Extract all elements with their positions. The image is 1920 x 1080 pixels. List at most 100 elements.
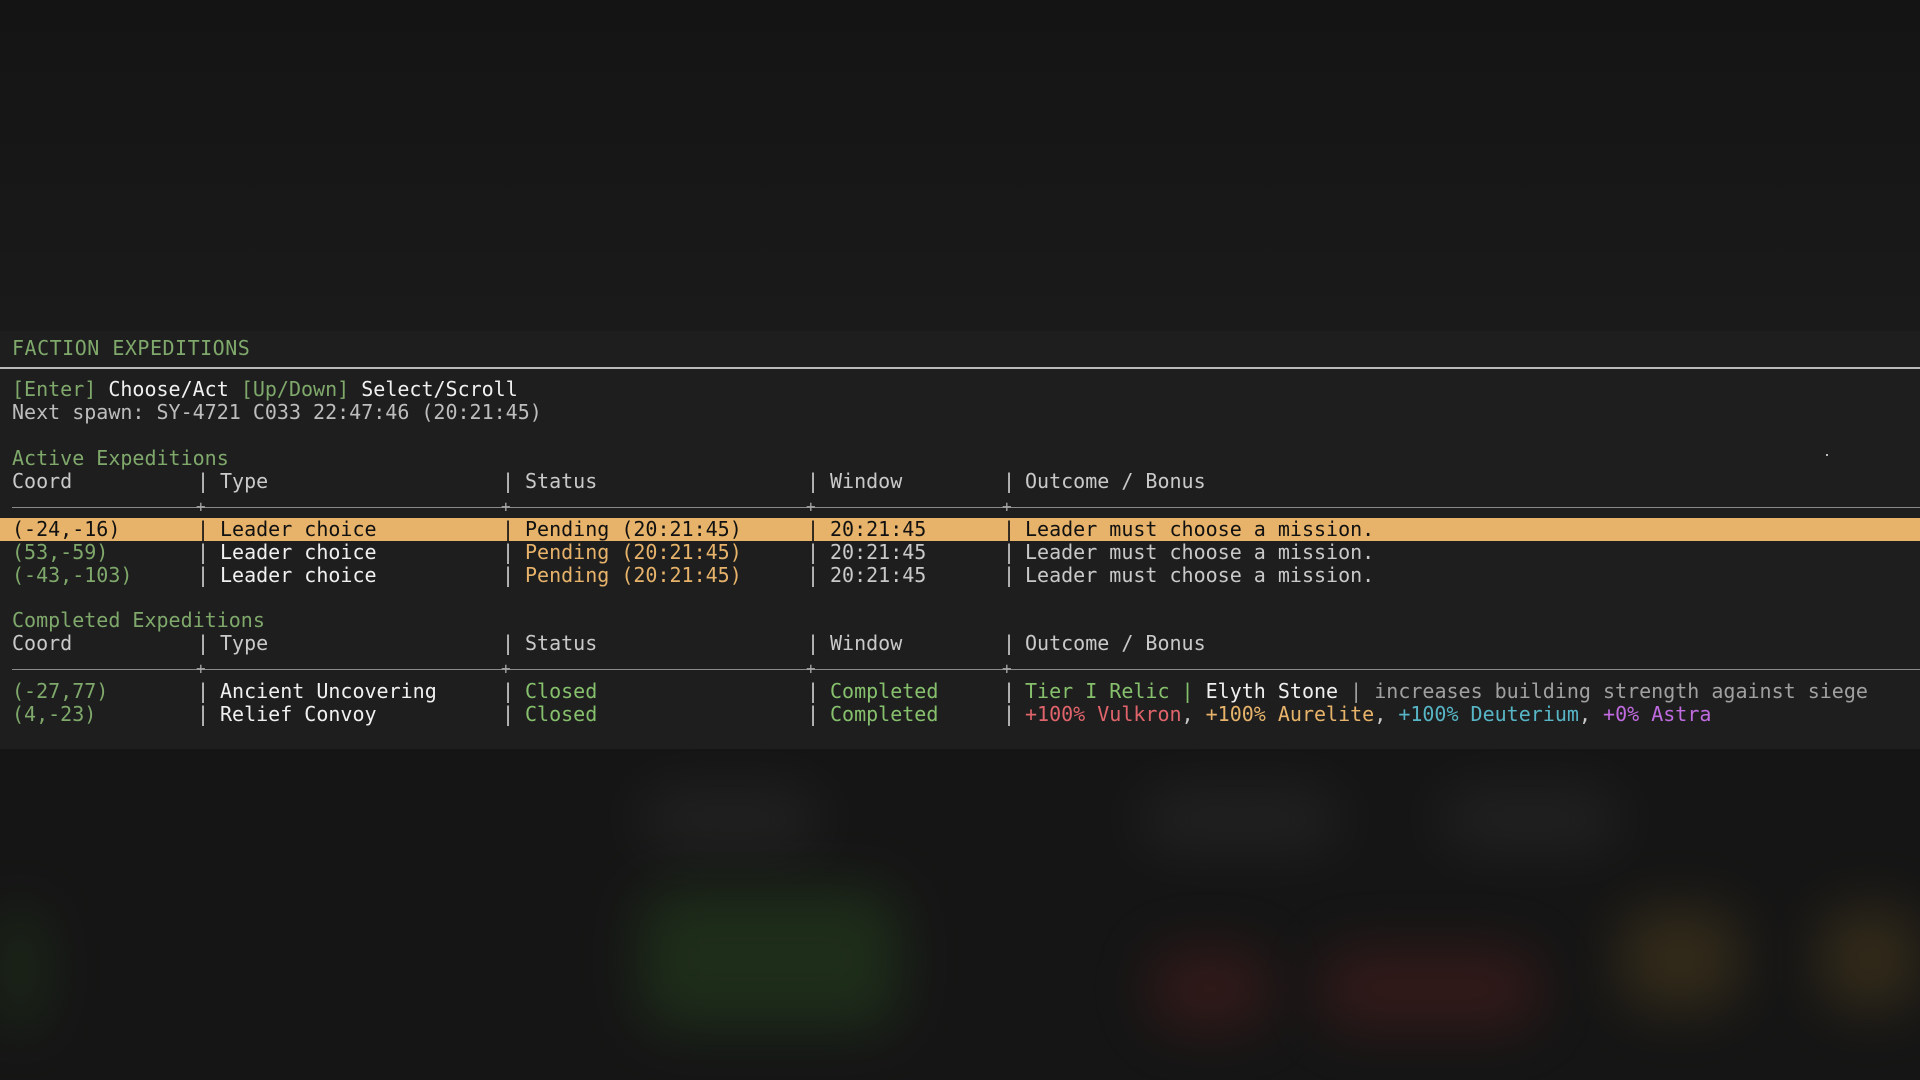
bonus-comma: , <box>1181 702 1194 726</box>
updown-action-label: Select/Scroll <box>361 377 518 401</box>
header-coord: Coord <box>12 469 73 493</box>
column-separator: | <box>807 631 820 655</box>
column-separator: | <box>1003 469 1016 493</box>
row-outcome: Leader must choose a mission. <box>1025 517 1375 541</box>
expedition-row-selected[interactable]: (-24,-16) | Leader choice | Pending (20:… <box>0 518 1920 541</box>
header-status: Status <box>525 631 598 655</box>
column-separator: | <box>502 563 515 587</box>
header-outcome: Outcome / Bonus <box>1025 631 1206 655</box>
row-type: Leader choice <box>220 563 377 587</box>
row-status: Pending (20:21:45) <box>525 563 742 587</box>
column-separator: | <box>197 702 210 726</box>
row-coord: (4,-23) <box>12 702 97 726</box>
column-separator: | <box>502 469 515 493</box>
header-divider <box>12 669 1920 670</box>
column-separator: | <box>502 540 515 564</box>
row-status: Closed <box>525 702 598 726</box>
vulkron-bonus: +100% Vulkron <box>1025 702 1182 726</box>
header-window: Window <box>830 631 903 655</box>
completed-table-header: Coord | Type | Status | Window | Outcome… <box>0 632 1920 655</box>
expedition-row[interactable]: (53,-59) | Leader choice | Pending (20:2… <box>0 541 1920 564</box>
divider-junction: + <box>1002 659 1012 678</box>
row-type: Leader choice <box>220 517 377 541</box>
row-window: 20:21:45 <box>830 540 927 564</box>
panel-title: FACTION EXPEDITIONS <box>12 336 251 360</box>
column-separator: | <box>1003 702 1016 726</box>
row-coord: (-43,-103) <box>12 563 133 587</box>
column-separator: | <box>502 679 515 703</box>
next-spawn-info: Next spawn: SY-4721 C033 22:47:46 (20:21… <box>12 400 542 424</box>
header-outcome: Outcome / Bonus <box>1025 469 1206 493</box>
row-status: Closed <box>525 679 598 703</box>
column-separator: | <box>807 540 820 564</box>
blurred-background-bottom <box>0 749 1920 1080</box>
bonus-comma: , <box>1578 702 1591 726</box>
relic-description: increases building strength against sieg… <box>1374 679 1868 703</box>
row-window: 20:21:45 <box>830 563 927 587</box>
column-separator: | <box>502 631 515 655</box>
row-window: Completed <box>830 679 939 703</box>
row-coord: (-27,77) <box>12 679 109 703</box>
completed-expedition-row[interactable]: (4,-23) | Relief Convoy | Closed | Compl… <box>0 703 1920 726</box>
row-window: 20:21:45 <box>830 517 927 541</box>
column-separator: | <box>807 679 820 703</box>
header-divider <box>12 507 1920 508</box>
column-separator: | <box>807 517 820 541</box>
row-outcome: Tier I Relic | Elyth Stone | increases b… <box>1025 680 1868 703</box>
row-outcome: Leader must choose a mission. <box>1025 540 1375 564</box>
column-separator: | <box>807 563 820 587</box>
divider-junction: + <box>196 659 206 678</box>
outcome-separator: | <box>1350 679 1363 703</box>
divider-junction: + <box>196 497 206 516</box>
column-separator: | <box>197 469 210 493</box>
row-type: Relief Convoy <box>220 702 377 726</box>
active-expeditions-title: Active Expeditions <box>12 446 229 470</box>
row-outcome: Leader must choose a mission. <box>1025 563 1375 587</box>
header-coord: Coord <box>12 631 73 655</box>
row-window: Completed <box>830 702 939 726</box>
column-separator: | <box>502 517 515 541</box>
header-status: Status <box>525 469 598 493</box>
enter-key-hint: [Enter] <box>12 377 97 401</box>
row-coord: (-24,-16) <box>12 517 121 541</box>
astra-bonus: +0% Astra <box>1603 702 1712 726</box>
column-separator: | <box>197 631 210 655</box>
column-separator: | <box>807 469 820 493</box>
divider-junction: + <box>1002 497 1012 516</box>
column-separator: | <box>197 517 210 541</box>
header-type: Type <box>220 469 269 493</box>
column-separator: | <box>197 679 210 703</box>
blurred-background-top <box>0 0 1920 331</box>
row-coord: (53,-59) <box>12 540 109 564</box>
faction-expeditions-panel: FACTION EXPEDITIONS [Enter] Choose/Act [… <box>0 331 1920 749</box>
column-separator: | <box>197 563 210 587</box>
header-window: Window <box>830 469 903 493</box>
expedition-row[interactable]: (-43,-103) | Leader choice | Pending (20… <box>0 564 1920 587</box>
column-separator: | <box>1003 631 1016 655</box>
updown-key-hint: [Up/Down] <box>240 377 350 401</box>
active-table-header: Coord | Type | Status | Window | Outcome… <box>0 470 1920 493</box>
completed-expedition-row[interactable]: (-27,77) | Ancient Uncovering | Closed |… <box>0 680 1920 703</box>
divider-junction: + <box>501 497 511 516</box>
column-separator: | <box>1003 679 1016 703</box>
controls-hint: [Enter] Choose/Act [Up/Down] Select/Scro… <box>12 378 518 401</box>
column-separator: | <box>1003 563 1016 587</box>
column-separator: | <box>502 702 515 726</box>
row-type: Ancient Uncovering <box>220 679 437 703</box>
divider-junction: + <box>806 497 816 516</box>
header-type: Type <box>220 631 269 655</box>
aurelite-bonus: +100% Aurelite <box>1205 702 1375 726</box>
stray-dot <box>1826 454 1828 456</box>
column-separator: | <box>807 702 820 726</box>
row-status: Pending (20:21:45) <box>525 517 742 541</box>
column-separator: | <box>197 540 210 564</box>
outcome-separator: | <box>1181 679 1194 703</box>
title-rule <box>0 367 1920 369</box>
row-type: Leader choice <box>220 540 377 564</box>
row-status: Pending (20:21:45) <box>525 540 742 564</box>
relic-tier: Tier I Relic <box>1025 679 1170 703</box>
column-separator: | <box>1003 540 1016 564</box>
deuterium-bonus: +100% Deuterium <box>1398 702 1579 726</box>
bonus-comma: , <box>1374 702 1387 726</box>
enter-action-label: Choose/Act <box>108 377 229 401</box>
